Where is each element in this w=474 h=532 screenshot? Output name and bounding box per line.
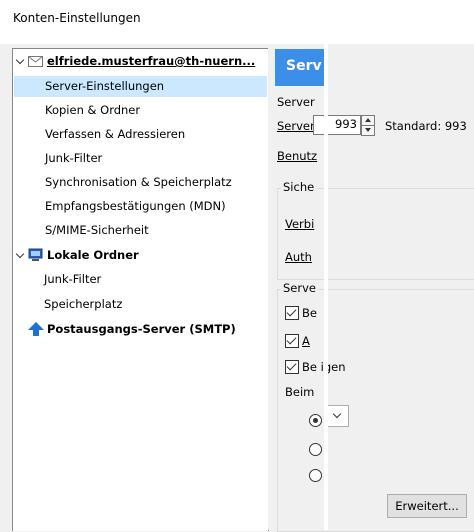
port-label: Server bbox=[277, 119, 315, 133]
tree-local-folders-row[interactable]: Lokale Ordner bbox=[13, 245, 266, 266]
port-standard-label: Standard: 993 bbox=[385, 119, 467, 133]
radio-option-3[interactable] bbox=[309, 469, 322, 482]
checkbox-2-label: A bbox=[302, 334, 310, 348]
tree-item-label: Junk-Filter bbox=[44, 272, 102, 286]
security-group-label: Siche bbox=[281, 180, 317, 194]
checkbox-3[interactable] bbox=[285, 360, 299, 374]
window-title: Konten-Einstellungen bbox=[13, 11, 141, 25]
panel-header-title: Serv bbox=[286, 58, 322, 74]
radio-option-1[interactable] bbox=[309, 414, 322, 427]
checkbox-2[interactable] bbox=[285, 334, 299, 348]
server-settings-group-label: Serve bbox=[281, 281, 318, 295]
username-label: Benutz bbox=[277, 149, 318, 163]
panel-header: Serv bbox=[275, 49, 325, 86]
tree-item-label: Verfassen & Adressieren bbox=[45, 127, 186, 141]
mail-account-icon bbox=[28, 56, 43, 67]
tree-item-label: Empfangsbestätigungen (MDN) bbox=[45, 199, 226, 213]
account-email: elfriede.musterfrau@th-nuern... bbox=[47, 54, 256, 68]
tree-item-label: Server-Einstellungen bbox=[45, 79, 165, 93]
chevron-down-icon[interactable] bbox=[16, 245, 26, 266]
chevron-down-icon[interactable] bbox=[16, 51, 26, 72]
tree-item-label: S/MIME-Sicherheit bbox=[45, 223, 149, 237]
advanced-button-label: Erweitert... bbox=[395, 499, 459, 513]
tree-item-label: Kopien & Ordner bbox=[45, 103, 141, 117]
beim-label: Beim bbox=[285, 385, 315, 399]
smtp-label: Postausgangs-Server (SMTP) bbox=[47, 322, 236, 336]
checkbox-1-label: Be bbox=[302, 306, 317, 320]
security-group bbox=[277, 188, 474, 280]
connection-security-label: Verbi bbox=[285, 217, 315, 231]
title-divider bbox=[267, 0, 268, 44]
server-name-label: Server bbox=[277, 95, 315, 109]
tree-item-label: Synchronisation & Speicherplatz bbox=[45, 175, 232, 189]
checkbox-1[interactable] bbox=[285, 306, 299, 320]
tree-item-label: Speicherplatz bbox=[44, 297, 123, 311]
auth-method-label: Auth bbox=[285, 250, 312, 264]
account-tree[interactable]: elfriede.musterfrau@th-nuern... Server-E… bbox=[12, 48, 269, 531]
port-value: 993 bbox=[335, 117, 357, 131]
tree-smtp-row[interactable]: Postausgangs-Server (SMTP) bbox=[13, 319, 266, 340]
option-dropdown[interactable] bbox=[327, 405, 349, 427]
title-bar: Konten-Einstellungen bbox=[0, 0, 474, 44]
port-input[interactable]: 993 bbox=[313, 115, 361, 135]
tree-account-row[interactable]: elfriede.musterfrau@th-nuern... bbox=[13, 51, 266, 72]
tree-item-label: Junk-Filter bbox=[45, 151, 103, 165]
tree-item-server-settings[interactable]: Server-Einstellungen bbox=[14, 76, 267, 97]
settings-panel: Serv Server Server 993 Standard: 993 Ben… bbox=[268, 44, 474, 532]
overlay-strip bbox=[324, 0, 328, 530]
radio-option-2[interactable] bbox=[309, 443, 322, 456]
local-folders-icon bbox=[28, 248, 43, 261]
outgoing-server-icon bbox=[28, 322, 44, 336]
advanced-button[interactable]: Erweitert... bbox=[387, 494, 467, 518]
local-folders-label: Lokale Ordner bbox=[47, 248, 139, 262]
port-decrement-button[interactable] bbox=[361, 125, 375, 136]
